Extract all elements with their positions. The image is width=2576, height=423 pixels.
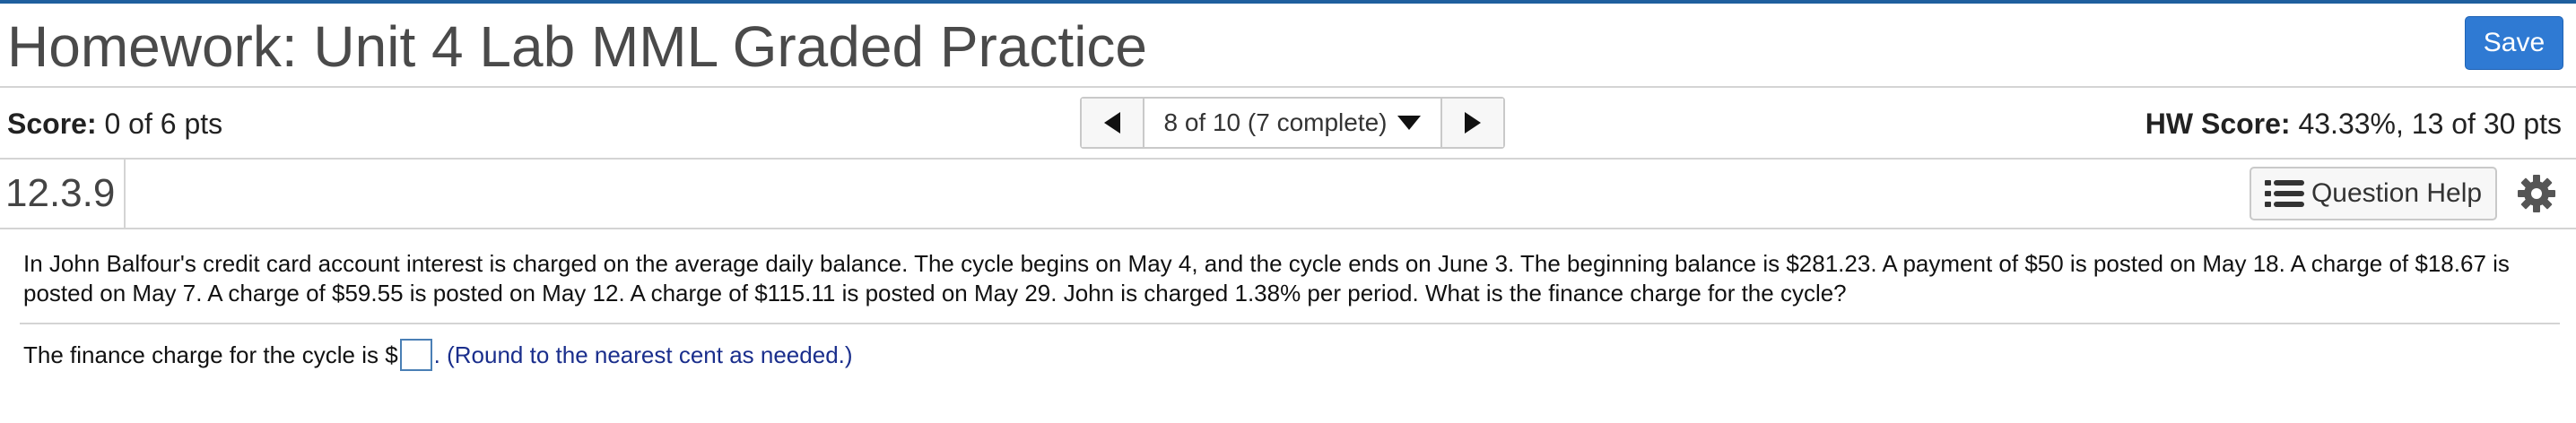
title-bar: Homework: Unit 4 Lab MML Graded Practice… <box>0 4 2576 88</box>
page-title: Homework: Unit 4 Lab MML Graded Practice <box>7 14 1147 79</box>
triangle-right-icon <box>1465 112 1481 134</box>
gear-icon[interactable] <box>2517 174 2556 213</box>
homework-score: HW Score: 43.33%, 13 of 30 pts <box>2145 106 2562 142</box>
hw-score-label: HW Score: <box>2145 108 2291 140</box>
score-bar: Score: 0 of 6 pts 8 of 10 (7 complete) H… <box>0 88 2576 160</box>
question-number: 12.3.9 <box>0 160 126 228</box>
hw-score-value: 43.33%, 13 of 30 pts <box>2298 108 2562 140</box>
next-question-button[interactable] <box>1440 99 1503 147</box>
answer-prefix: The finance charge for the cycle is $ <box>23 341 398 368</box>
triangle-left-icon <box>1104 112 1120 134</box>
save-button[interactable]: Save <box>2465 16 2563 70</box>
homework-page: Homework: Unit 4 Lab MML Graded Practice… <box>0 0 2576 423</box>
answer-hint: . (Round to the nearest cent as needed.) <box>433 341 853 368</box>
question-toolbar: 12.3.9 Question Help <box>0 160 2576 229</box>
finance-charge-input[interactable] <box>399 339 432 371</box>
divider <box>20 323 2560 324</box>
question-text: In John Balfour's credit card account in… <box>23 250 2510 306</box>
question-position-label: 8 of 10 (7 complete) <box>1163 108 1388 136</box>
question-score: Score: 0 of 6 pts <box>7 106 222 142</box>
list-icon <box>2264 180 2304 207</box>
question-select-dropdown[interactable]: 8 of 10 (7 complete) <box>1144 99 1440 147</box>
question-help-label: Question Help <box>2311 178 2483 208</box>
previous-question-button[interactable] <box>1082 99 1144 147</box>
question-help-button[interactable]: Question Help <box>2250 167 2497 220</box>
question-navigator: 8 of 10 (7 complete) <box>1080 97 1505 149</box>
answer-line: The finance charge for the cycle is $ . … <box>23 337 853 373</box>
score-label: Score: <box>7 108 97 140</box>
caret-down-icon <box>1397 116 1421 130</box>
score-value: 0 of 6 pts <box>104 108 223 140</box>
